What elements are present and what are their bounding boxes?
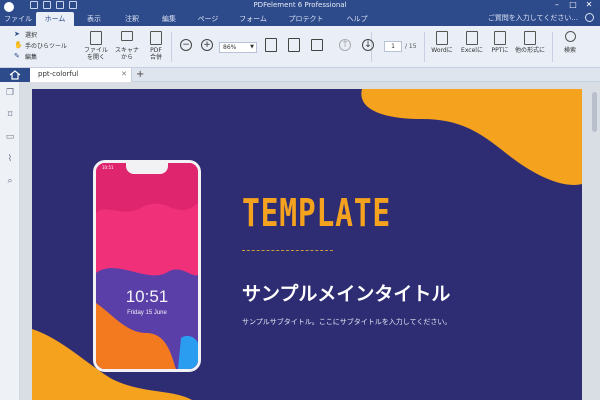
chevron-down-icon: ▼ bbox=[250, 44, 254, 50]
search-icon bbox=[564, 31, 576, 42]
zoom-in-button[interactable]: + bbox=[201, 39, 213, 51]
edit-icon: ✎ bbox=[14, 52, 20, 60]
convert-excel-button[interactable]: Excelに bbox=[460, 31, 484, 54]
menu-view[interactable]: 表示 bbox=[74, 12, 114, 26]
phone-wallpaper bbox=[96, 163, 198, 369]
document-tab-bar: ppt-colorful ✕ + bbox=[0, 68, 600, 82]
merge-icon bbox=[150, 31, 162, 45]
separator bbox=[424, 32, 425, 62]
phone-mockup: 10:51 10:51 Friday 15 June bbox=[93, 160, 201, 372]
hand-tool-label: 手のひらツール bbox=[25, 43, 68, 50]
thumbnails-icon[interactable]: ❐ bbox=[5, 88, 15, 98]
page-total-label: / 15 bbox=[405, 43, 417, 50]
fit-width-icon[interactable] bbox=[288, 38, 300, 52]
convert-other-button[interactable]: 他の形式に bbox=[513, 31, 547, 54]
convert-word-button[interactable]: Wordに bbox=[430, 31, 454, 54]
menu-file[interactable]: ファイル bbox=[0, 12, 36, 26]
maximize-icon[interactable]: □ bbox=[568, 0, 578, 10]
presentation-icon[interactable] bbox=[311, 39, 323, 51]
open-file-icon bbox=[90, 31, 102, 45]
cursor-icon: ➤ bbox=[14, 30, 20, 38]
phone-status-time: 10:51 bbox=[102, 165, 114, 170]
phone-clock: 10:51 bbox=[125, 287, 169, 306]
window-title: PDFelement 6 Professional bbox=[253, 1, 347, 9]
pdf-merge-button[interactable]: PDF 合併 bbox=[146, 31, 166, 61]
close-tab-icon[interactable]: ✕ bbox=[121, 68, 127, 81]
phone-notch bbox=[126, 163, 168, 174]
bookmark-icon[interactable]: ⌑ bbox=[5, 110, 15, 120]
ribbon-toolbar: ➤ 選択 ✋ 手のひらツール ✎ 編集 ファイル を開く スキャナ から PDF… bbox=[0, 26, 600, 68]
separator bbox=[552, 32, 553, 62]
user-icon[interactable] bbox=[585, 13, 594, 22]
comment-icon[interactable]: ▭ bbox=[5, 132, 15, 142]
menu-annotate[interactable]: 注釈 bbox=[114, 12, 150, 26]
menu-help[interactable]: ヘルプ bbox=[334, 12, 380, 26]
search-button[interactable]: 検索 bbox=[559, 31, 581, 54]
zoom-level-select[interactable]: 86% ▼ bbox=[219, 42, 257, 53]
page-number-input[interactable]: 1 bbox=[384, 41, 402, 52]
next-page-button[interactable]: ↓ bbox=[362, 39, 374, 51]
home-icon bbox=[9, 70, 21, 80]
hand-icon: ✋ bbox=[14, 41, 23, 49]
scanner-button[interactable]: スキャナ から bbox=[114, 31, 140, 61]
add-tab-icon[interactable]: + bbox=[136, 68, 144, 81]
separator bbox=[171, 32, 172, 62]
zoom-out-button[interactable]: − bbox=[180, 39, 192, 51]
menu-page[interactable]: ページ bbox=[188, 12, 228, 26]
document-tab[interactable]: ppt-colorful ✕ bbox=[30, 68, 132, 82]
select-tool-label: 選択 bbox=[25, 32, 38, 39]
previous-page-button[interactable]: ↑ bbox=[339, 39, 351, 51]
search-icon[interactable]: ⌕ bbox=[5, 176, 15, 186]
convert-ppt-button[interactable]: PPTに bbox=[489, 31, 511, 54]
edit-tool-label: 編集 bbox=[25, 54, 38, 61]
slide-main-title: サンプルメインタイトル bbox=[242, 283, 451, 305]
menu-edit[interactable]: 編集 bbox=[150, 12, 188, 26]
slide-heading: TEMPLATE bbox=[242, 191, 392, 235]
scanner-icon bbox=[121, 31, 133, 41]
window-controls: – □ ✕ bbox=[552, 0, 594, 10]
tool-mode-group: ➤ 選択 ✋ 手のひらツール ✎ 編集 bbox=[14, 29, 67, 62]
excel-icon bbox=[466, 31, 478, 45]
ppt-icon bbox=[494, 31, 506, 45]
slide-page: 10:51 10:51 Friday 15 June TEMPLATE サンプル… bbox=[32, 89, 582, 400]
menu-protect[interactable]: プロテクト bbox=[278, 12, 334, 26]
select-tool[interactable]: ➤ 選択 bbox=[14, 29, 67, 40]
edit-tool[interactable]: ✎ 編集 bbox=[14, 51, 67, 62]
minimize-icon[interactable]: – bbox=[552, 0, 562, 10]
heading-underline bbox=[242, 250, 333, 251]
document-view[interactable]: 10:51 10:51 Friday 15 June TEMPLATE サンプル… bbox=[20, 82, 600, 400]
menu-form[interactable]: フォーム bbox=[228, 12, 278, 26]
slide-subtitle: サンプルサブタイトル。ここにサブタイトルを入力してください。 bbox=[242, 318, 452, 326]
menu-home[interactable]: ホーム bbox=[36, 12, 74, 26]
phone-date: Friday 15 June bbox=[127, 310, 167, 316]
other-format-icon bbox=[524, 31, 536, 45]
left-sidebar: ❐ ⌑ ▭ ⌇ ⌕ bbox=[0, 82, 20, 400]
attachment-icon[interactable]: ⌇ bbox=[5, 154, 15, 164]
fit-page-icon[interactable] bbox=[265, 38, 277, 52]
open-file-button[interactable]: ファイル を開く bbox=[84, 31, 108, 61]
word-icon bbox=[436, 31, 448, 45]
menu-bar: ファイル ホーム 表示 注釈 編集 ページ フォーム プロテクト ヘルプ bbox=[0, 12, 380, 26]
hand-tool[interactable]: ✋ 手のひらツール bbox=[14, 40, 67, 51]
vertical-scrollbar[interactable] bbox=[592, 92, 597, 132]
close-icon[interactable]: ✕ bbox=[584, 0, 594, 10]
home-tab[interactable] bbox=[0, 68, 30, 82]
help-search-field[interactable]: ご質問を入力してください... bbox=[488, 13, 578, 23]
